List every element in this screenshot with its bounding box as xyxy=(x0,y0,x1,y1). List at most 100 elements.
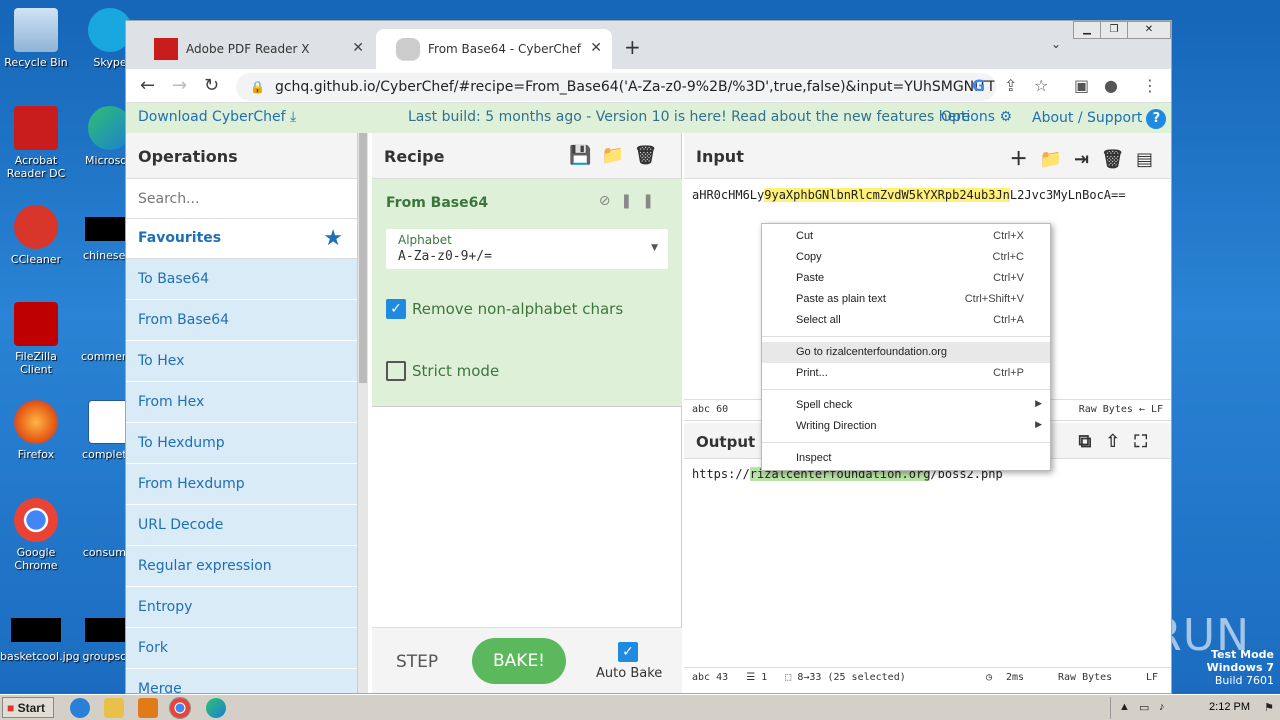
copy-output-icon[interactable]: ⧉ xyxy=(1078,431,1105,452)
start-button[interactable]: ■ Start xyxy=(2,697,54,718)
version-notice-link[interactable]: Last build: 5 months ago - Version 10 is… xyxy=(408,109,970,125)
save-icon[interactable]: 💾 xyxy=(569,145,601,166)
operation-entropy[interactable]: Entropy xyxy=(126,587,357,628)
desktop-icon-ccleaner[interactable]: CCleaner xyxy=(0,205,72,266)
menu-item-select-all[interactable]: Select all Ctrl+A xyxy=(762,310,1050,331)
menu-item-go-to-link[interactable]: Go to rizalcenterfoundation.org xyxy=(762,342,1050,363)
download-cyberchef-link[interactable]: Download CyberChef ⤓ xyxy=(138,109,296,125)
pause-icon[interactable]: ❚❚ xyxy=(621,193,664,209)
forward-icon[interactable]: → xyxy=(172,75,187,96)
ie-icon[interactable] xyxy=(70,698,90,718)
output-title: Output xyxy=(696,433,756,451)
volume-icon[interactable]: ♪ xyxy=(1159,701,1165,713)
reload-icon[interactable]: ↻ xyxy=(204,75,219,96)
strict-mode-checkbox[interactable] xyxy=(386,361,406,381)
filezilla-icon xyxy=(14,302,58,346)
char-count-icon: abc xyxy=(692,672,711,683)
chevron-down-icon[interactable]: ⌄ xyxy=(1051,37,1061,51)
desktop-icon-basketcool[interactable]: basketcool.jpg xyxy=(0,606,80,663)
menu-item-writing-direction[interactable]: Writing Direction ▶ xyxy=(762,416,1050,437)
maximize-icon[interactable]: ❐ xyxy=(1100,21,1128,39)
profile-icon[interactable]: ● xyxy=(1104,76,1118,95)
auto-bake-checkbox[interactable]: ✓ xyxy=(618,642,638,662)
operation-from-hexdump[interactable]: From Hexdump xyxy=(126,464,357,505)
open-folder-icon[interactable]: 📁 xyxy=(1040,149,1074,170)
menu-item-paste-plain[interactable]: Paste as plain text Ctrl+Shift+V xyxy=(762,289,1050,310)
clear-input-icon[interactable]: 🗑 xyxy=(1101,149,1136,170)
cyberchef-banner: Download CyberChef ⤓ Last build: 5 month… xyxy=(126,103,1171,133)
operation-url-decode[interactable]: URL Decode xyxy=(126,505,357,546)
taskbar: ■ Start ▲ ▭ ♪ 2:12 PM ⚑ xyxy=(0,694,1280,720)
flag-icon[interactable]: ⚑ xyxy=(1264,701,1274,714)
media-player-icon[interactable] xyxy=(138,698,158,718)
tab-adobe-pdf[interactable]: Adobe PDF Reader X ✕ xyxy=(134,29,374,69)
explorer-icon[interactable] xyxy=(104,698,124,718)
minimize-icon[interactable]: ▁ xyxy=(1073,21,1101,39)
menu-item-print[interactable]: Print... Ctrl+P xyxy=(762,363,1050,384)
layout-icon[interactable]: ▤ xyxy=(1136,149,1165,170)
maximize-output-icon[interactable]: ⛶ xyxy=(1134,431,1161,452)
remove-non-alphabet-checkbox[interactable]: ✓ xyxy=(386,299,406,319)
submenu-arrow-icon: ▶ xyxy=(1035,419,1042,429)
add-tab-icon[interactable]: ＋ xyxy=(1010,149,1040,170)
input-textarea[interactable]: aHR0cHM6Ly9yaXphbGNlbnRlcmZvdW5kYXRpb24u… xyxy=(692,185,1167,205)
operation-to-hexdump[interactable]: To Hexdump xyxy=(126,423,357,464)
back-icon[interactable]: ← xyxy=(140,75,155,96)
operation-fork[interactable]: Fork xyxy=(126,628,357,669)
step-button[interactable]: STEP xyxy=(396,652,438,672)
tray-expand-icon[interactable]: ▲ xyxy=(1119,701,1130,713)
star-icon[interactable]: ★ xyxy=(323,226,343,251)
desktop-icon-chrome[interactable]: Google Chrome xyxy=(0,498,72,572)
favourites-category[interactable]: Favourites ★ xyxy=(126,219,357,259)
alphabet-select[interactable]: Alphabet A-Za-z0-9+/= ▼ xyxy=(386,229,668,269)
open-file-icon[interactable]: ⇥ xyxy=(1074,149,1101,170)
operation-from-hex[interactable]: From Hex xyxy=(126,382,357,423)
folder-icon[interactable]: 📁 xyxy=(602,145,634,166)
close-window-icon[interactable]: ✕ xyxy=(1127,21,1171,39)
operation-merge[interactable]: Merge xyxy=(126,669,357,693)
desktop-icon-acrobat[interactable]: Acrobat Reader DC xyxy=(0,106,72,180)
trash-icon[interactable]: 🗑 xyxy=(634,145,667,166)
operation-from-base64[interactable]: From Base64 xyxy=(126,300,357,341)
disable-icon[interactable]: ⊘ xyxy=(599,193,621,209)
menu-item-spell-check[interactable]: Spell check ▶ xyxy=(762,395,1050,416)
close-icon[interactable]: ✕ xyxy=(352,40,364,56)
replace-input-icon[interactable]: ⇧ xyxy=(1105,431,1134,452)
operations-panel: Operations Search... Favourites ★ To Base… xyxy=(126,133,358,693)
tab-cyberchef[interactable]: From Base64 - CyberChef ✕ xyxy=(376,29,612,69)
dropdown-caret-icon: ▼ xyxy=(651,243,658,253)
operations-search-input[interactable]: Search... xyxy=(126,179,357,219)
close-icon[interactable]: ✕ xyxy=(590,40,602,56)
operation-to-base64[interactable]: To Base64 xyxy=(126,259,357,300)
bookmark-star-icon[interactable]: ☆ xyxy=(1034,76,1048,95)
clock[interactable]: 2:12 PM xyxy=(1209,701,1250,713)
operations-scrollbar-thumb[interactable] xyxy=(359,133,367,383)
share-icon[interactable]: ⇪ xyxy=(1004,76,1017,95)
desktop-icon-filezilla[interactable]: FileZilla Client xyxy=(0,302,72,376)
side-panel-icon[interactable]: ▣ xyxy=(1074,76,1089,95)
options-link[interactable]: Options ⚙ xyxy=(941,109,1012,125)
strict-mode-label: Strict mode xyxy=(412,362,500,380)
edge-taskbar-icon[interactable] xyxy=(206,698,226,718)
about-support-link[interactable]: About / Support? xyxy=(1032,109,1167,129)
desktop-icon-recycle-bin[interactable]: Recycle Bin xyxy=(0,8,72,69)
bake-button[interactable]: BAKE! xyxy=(472,638,566,684)
new-tab-icon[interactable]: + xyxy=(624,35,641,59)
auto-bake-label: Auto Bake xyxy=(596,666,663,681)
address-bar[interactable]: 🔒 gchq.github.io/CyberChef/#recipe=From_… xyxy=(236,73,996,101)
submenu-arrow-icon: ▶ xyxy=(1035,398,1042,408)
menu-item-paste[interactable]: Paste Ctrl+V xyxy=(762,268,1050,289)
operation-to-hex[interactable]: To Hex xyxy=(126,341,357,382)
menu-item-copy[interactable]: Copy Ctrl+C xyxy=(762,247,1050,268)
google-icon[interactable]: G xyxy=(972,76,985,95)
lines-icon: ☰ xyxy=(746,672,756,683)
test-mode-label: Test Mode Windows 7 Build 7601 xyxy=(1206,648,1274,687)
browser-toolbar: ← → ↻ 🔒 gchq.github.io/CyberChef/#recipe… xyxy=(126,69,1171,103)
chrome-taskbar-icon[interactable] xyxy=(169,697,191,719)
operation-regular-expression[interactable]: Regular expression xyxy=(126,546,357,587)
menu-kebab-icon[interactable]: ⋮ xyxy=(1142,76,1158,95)
menu-item-cut[interactable]: Cut Ctrl+X xyxy=(762,226,1050,247)
menu-item-inspect[interactable]: Inspect xyxy=(762,448,1050,469)
network-icon[interactable]: ▭ xyxy=(1139,701,1149,714)
desktop-icon-firefox[interactable]: Firefox xyxy=(0,400,72,461)
